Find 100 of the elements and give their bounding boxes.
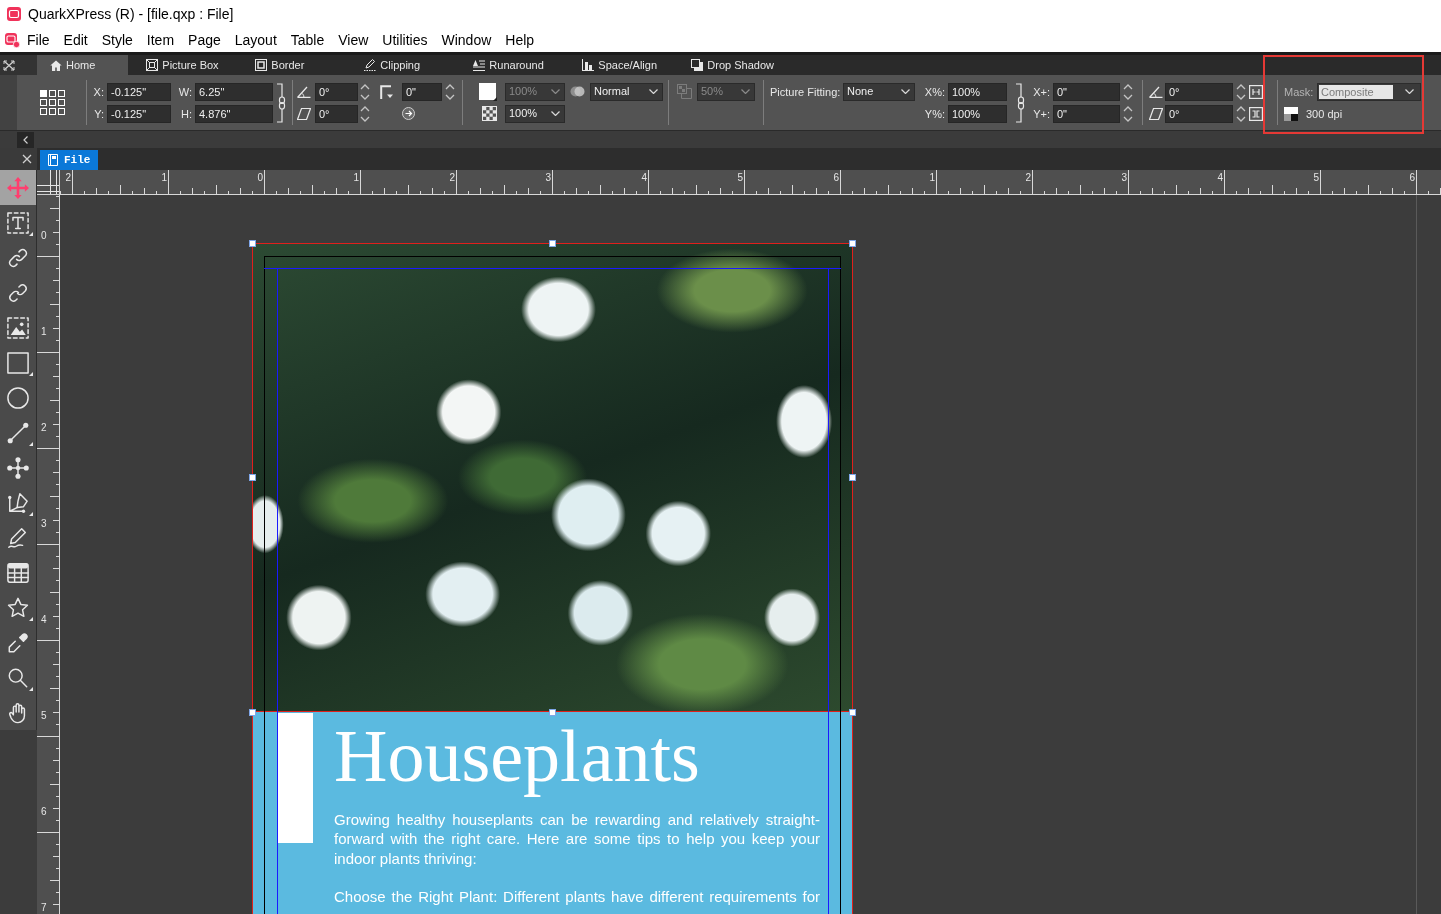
number-field[interactable]: -0.125" bbox=[107, 82, 171, 101]
document-icon bbox=[48, 154, 58, 166]
broken-link-icon bbox=[7, 281, 29, 304]
resize-handle[interactable] bbox=[249, 709, 256, 716]
picture-angle-field[interactable]: 0° bbox=[1165, 82, 1233, 101]
menu-item[interactable]: View bbox=[331, 29, 376, 51]
ribbon-tab[interactable]: Home bbox=[37, 55, 129, 75]
menu-item[interactable]: Page bbox=[181, 29, 228, 51]
menu-item[interactable]: Table bbox=[283, 29, 332, 51]
menu-item[interactable]: File bbox=[20, 29, 57, 51]
stepper-icon[interactable] bbox=[1236, 105, 1246, 122]
caret-icon bbox=[551, 89, 560, 94]
opacity-icon bbox=[482, 106, 497, 121]
ruler-number: 3 bbox=[544, 172, 551, 184]
field-label: X%: bbox=[924, 84, 946, 99]
picture-fitting-dropdown[interactable]: None bbox=[843, 82, 915, 101]
menu-item[interactable]: Style bbox=[94, 29, 140, 51]
resize-handle[interactable] bbox=[849, 240, 856, 247]
node-points-icon bbox=[7, 456, 29, 479]
paragraph: Choose the Right Plant: Different plants have different requirements for bbox=[334, 887, 820, 907]
field-label: Y: bbox=[94, 106, 105, 121]
drop-shadow-icon bbox=[677, 84, 692, 99]
reference-point-icon[interactable] bbox=[40, 90, 65, 115]
ruler-number: 4 bbox=[1216, 172, 1223, 184]
ribbon-tab[interactable]: Space/Align bbox=[564, 55, 674, 75]
table-icon bbox=[7, 561, 29, 584]
ribbon-tab[interactable]: Runaround bbox=[455, 55, 565, 75]
skew-icon bbox=[297, 107, 311, 120]
paragraph: Growing healthy houseplants can be rewarding and relatively straight-forward with the right care. Here are some tips to help you keep your indoor plants thriving: bbox=[334, 810, 820, 868]
app-logo-icon bbox=[7, 7, 21, 21]
skew-icon bbox=[1149, 107, 1163, 120]
menu-item[interactable]: Edit bbox=[56, 29, 95, 51]
ribbon-tab[interactable]: Border bbox=[237, 55, 347, 75]
opacity-dropdown[interactable]: 100% bbox=[505, 104, 565, 123]
fit-frame-icon[interactable] bbox=[1249, 84, 1263, 99]
move-arrows-icon bbox=[7, 176, 29, 199]
resize-handle[interactable] bbox=[849, 474, 856, 481]
picture-frame-icon bbox=[146, 59, 159, 71]
scale-field[interactable]: 100% bbox=[948, 104, 1007, 123]
app-menu-icon[interactable] bbox=[5, 32, 20, 48]
offset-field[interactable]: 0" bbox=[1053, 82, 1120, 101]
ribbon-tab[interactable]: Clipping bbox=[346, 55, 456, 75]
blend-mode-dropdown[interactable]: Normal bbox=[590, 82, 663, 101]
stepper-icon[interactable] bbox=[1123, 105, 1133, 122]
search-icon bbox=[7, 666, 29, 689]
stepper-icon[interactable] bbox=[1123, 83, 1133, 100]
scale-field[interactable]: 100% bbox=[948, 82, 1007, 101]
stepper-icon[interactable] bbox=[360, 105, 370, 122]
border-icon bbox=[255, 59, 268, 71]
number-field[interactable]: -0.125" bbox=[107, 104, 171, 123]
stepper-icon[interactable] bbox=[1236, 83, 1246, 100]
ribbon-tab[interactable]: Picture Box bbox=[128, 55, 238, 75]
arrow-circle-icon[interactable] bbox=[402, 107, 415, 120]
angle-field[interactable]: 0° bbox=[315, 82, 358, 101]
ruler-number: 1 bbox=[928, 172, 935, 184]
close-icon[interactable] bbox=[3, 59, 15, 71]
color-swatch[interactable] bbox=[479, 82, 497, 101]
pencil-icon bbox=[7, 526, 29, 549]
ruler-number: 1 bbox=[160, 172, 167, 184]
chain-link-icon[interactable] bbox=[276, 82, 286, 123]
offset-field[interactable]: 0" bbox=[1053, 104, 1120, 123]
chain-link-icon bbox=[7, 246, 29, 269]
close-icon[interactable] bbox=[22, 154, 32, 164]
eyedropper-icon bbox=[7, 631, 29, 654]
number-field[interactable]: 4.876" bbox=[195, 104, 273, 123]
angle-icon bbox=[297, 85, 311, 98]
stepper-icon[interactable] bbox=[360, 83, 370, 100]
circle-icon bbox=[7, 386, 29, 409]
caret-icon bbox=[649, 89, 658, 94]
resolution-label: 300 dpi bbox=[1306, 106, 1343, 121]
ruler-number: 5 bbox=[736, 172, 743, 184]
menu-item[interactable]: Item bbox=[139, 29, 182, 51]
resize-handle[interactable] bbox=[249, 474, 256, 481]
chain-link-icon[interactable] bbox=[1015, 82, 1025, 123]
menu-item[interactable]: Layout bbox=[227, 29, 284, 51]
menu-item[interactable]: Window bbox=[434, 29, 499, 51]
ruler-number: 7 bbox=[41, 902, 47, 914]
stepper-icon[interactable] bbox=[445, 83, 455, 100]
number-field[interactable]: 6.25" bbox=[195, 82, 273, 101]
photo-placeholder[interactable] bbox=[252, 243, 853, 712]
menu-item[interactable]: Utilities bbox=[375, 29, 435, 51]
caret-icon bbox=[901, 89, 910, 94]
document-tab[interactable]: File bbox=[40, 150, 99, 170]
fit-frame-icon[interactable] bbox=[1249, 106, 1263, 121]
skew-field[interactable]: 0° bbox=[315, 104, 358, 123]
menu-item[interactable]: Help bbox=[498, 29, 542, 51]
ribbon-tab[interactable]: Drop Shadow bbox=[673, 55, 784, 75]
corner-icon[interactable] bbox=[380, 84, 393, 99]
ruler-number: 3 bbox=[41, 518, 47, 530]
corner-radius-field[interactable]: 0" bbox=[402, 82, 442, 101]
ruler-number: 2 bbox=[41, 422, 47, 434]
picture-skew-field[interactable]: 0° bbox=[1165, 104, 1233, 123]
resize-handle[interactable] bbox=[249, 240, 256, 247]
resize-handle[interactable] bbox=[549, 709, 556, 716]
ruler-origin-icon[interactable] bbox=[37, 170, 59, 194]
resize-handle[interactable] bbox=[849, 709, 856, 716]
home-icon bbox=[50, 59, 62, 71]
collapse-button[interactable] bbox=[17, 131, 34, 148]
resize-handle[interactable] bbox=[549, 240, 556, 247]
flyout-triangle-icon bbox=[29, 372, 33, 376]
